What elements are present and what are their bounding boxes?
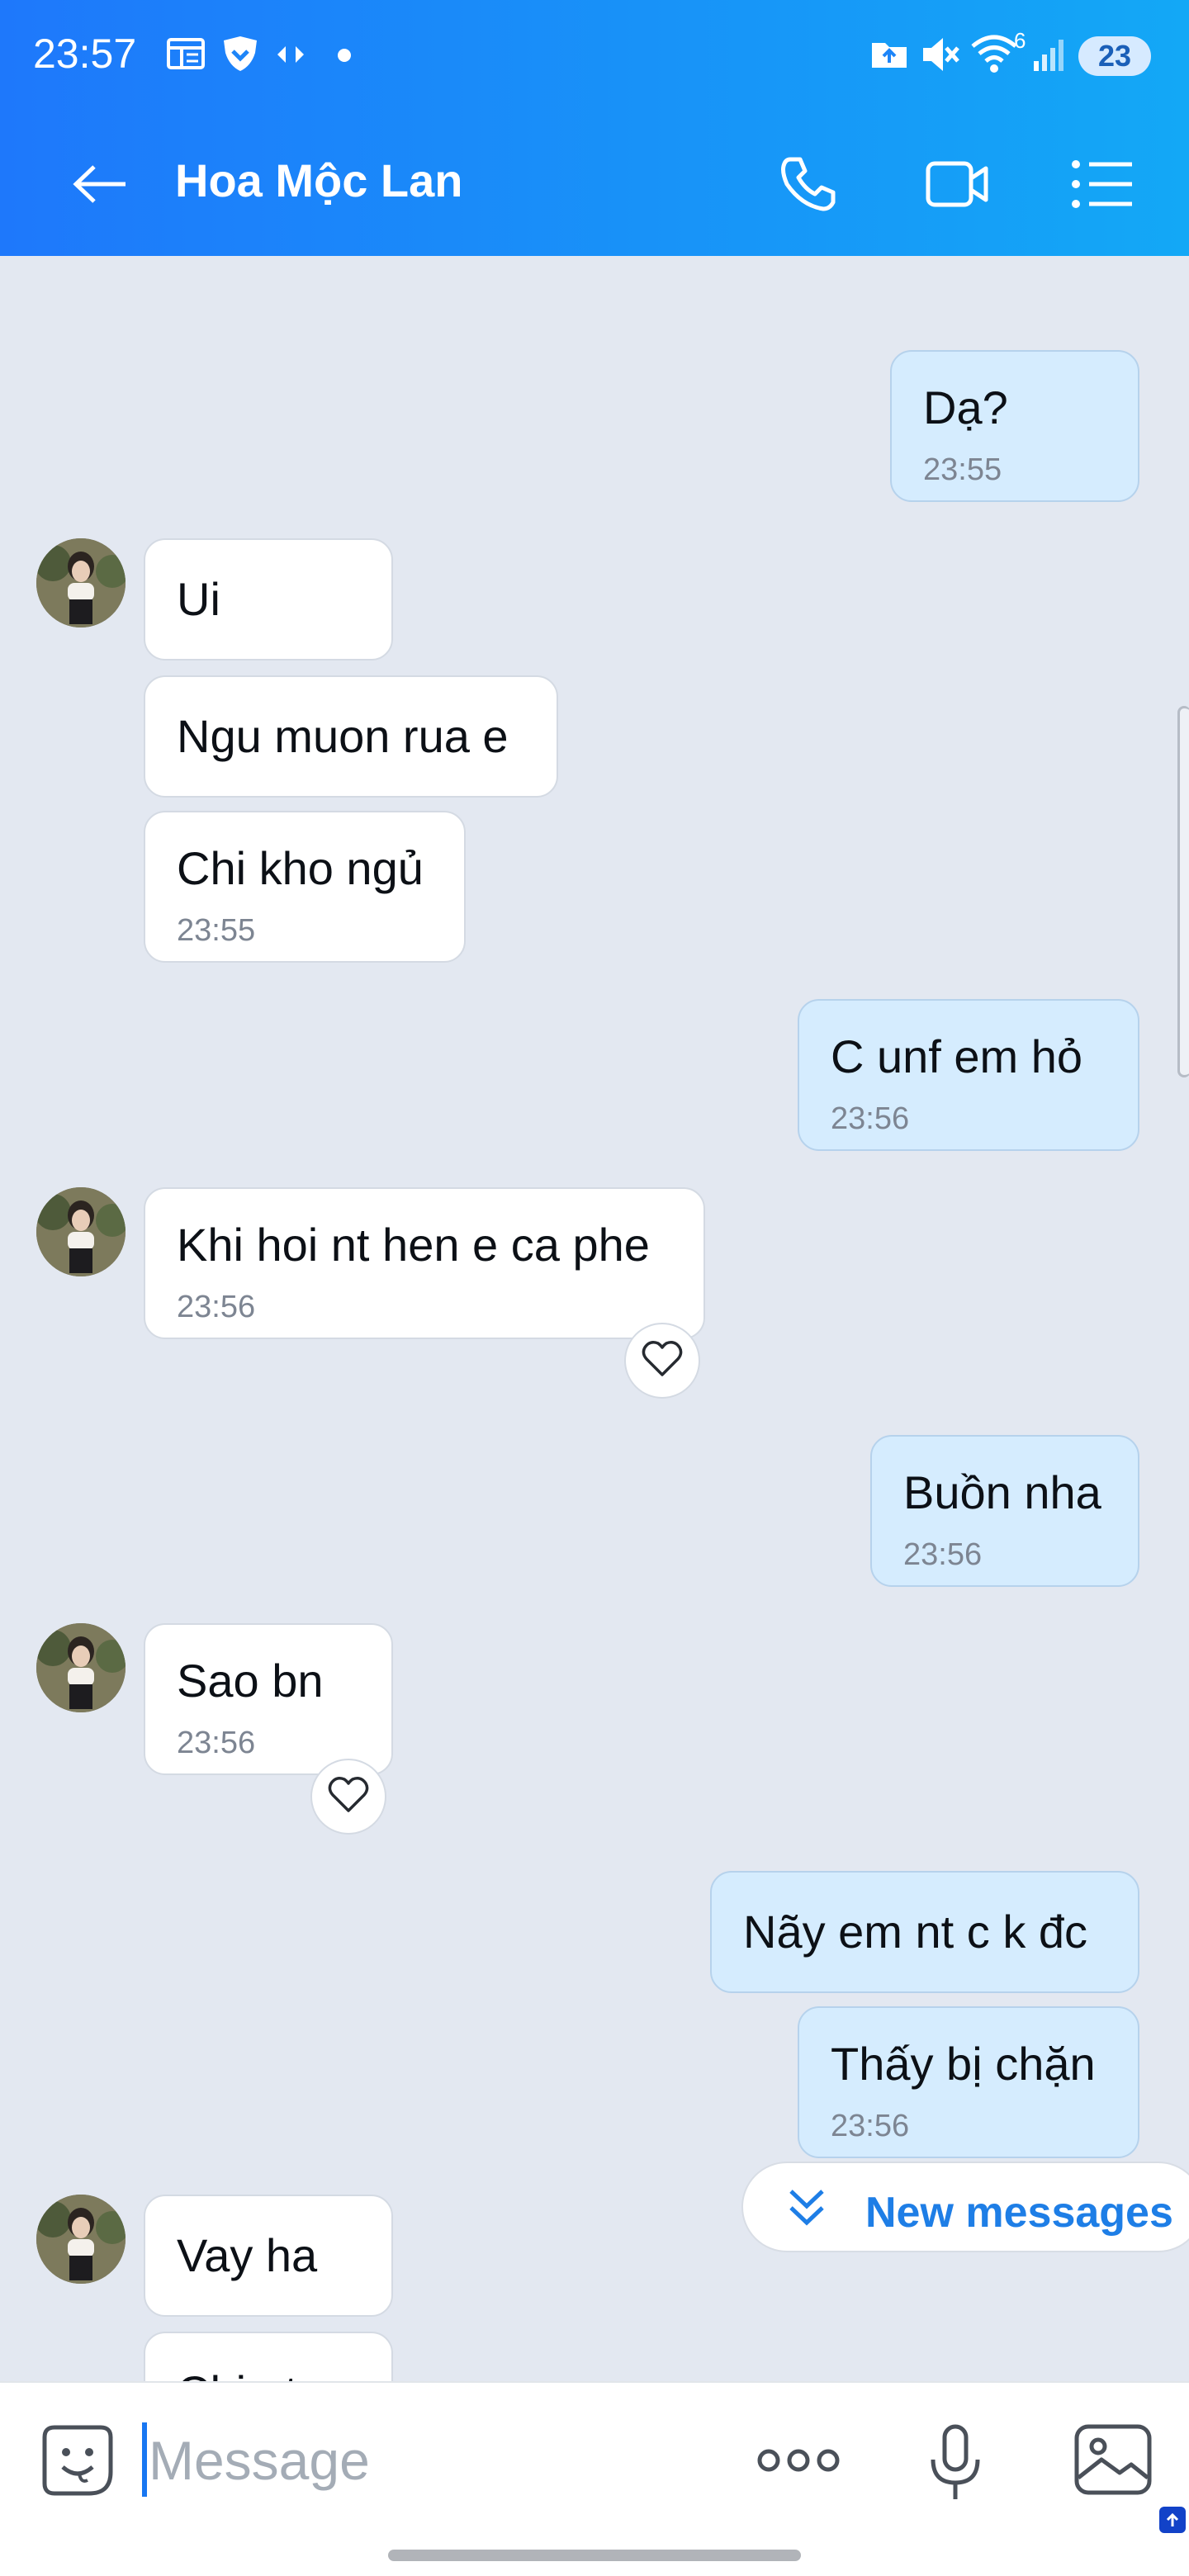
microphone-icon <box>928 2423 983 2507</box>
more-options-button[interactable] <box>753 2429 844 2495</box>
shield-icon <box>220 33 261 78</box>
message-bubble-outgoing[interactable]: Buồn nha 23:56 <box>870 1435 1139 1587</box>
message-text: C unf em hỏ <box>831 1030 1083 1082</box>
emoji-sticker-icon <box>40 2422 116 2503</box>
new-messages-label: New messages <box>865 2189 1173 2237</box>
phone-icon <box>779 154 838 218</box>
status-bar: 23:57 6 23 <box>0 0 1189 112</box>
message-bubble-incoming[interactable]: Chi nt <box>144 2332 393 2383</box>
message-list[interactable]: Dạ? 23:55 Ui Ngu muon rua e Chi kho ngủ … <box>0 256 1189 2383</box>
message-bubble-incoming[interactable]: Ui <box>144 538 393 661</box>
message-bubble-incoming[interactable]: Sao bn 23:56 <box>144 1623 393 1775</box>
more-options-icon <box>756 2446 841 2479</box>
back-icon <box>71 163 129 209</box>
react-button[interactable] <box>624 1323 700 1399</box>
message-text: Vay ha <box>177 2229 318 2281</box>
home-indicator[interactable] <box>388 2550 801 2561</box>
message-bubble-outgoing[interactable]: Thấy bị chặn 23:56 <box>798 2006 1139 2158</box>
message-bubble-incoming[interactable]: Khi hoi nt hen e ca phe 23:56 <box>144 1187 705 1339</box>
message-text: Buồn nha <box>903 1466 1101 1518</box>
menu-icon <box>1071 159 1134 213</box>
message-text: Sao bn <box>177 1655 324 1707</box>
message-time: 23:55 <box>177 913 256 948</box>
news-icon <box>165 33 206 78</box>
message-bubble-outgoing[interactable]: Nãy em nt c k đc <box>710 1871 1139 1993</box>
message-bubble-outgoing[interactable]: Dạ? 23:55 <box>890 350 1139 502</box>
signal-icon <box>1030 33 1072 78</box>
network-type-label: 6 <box>1014 28 1026 53</box>
upload-folder-icon <box>869 33 910 78</box>
message-time: 23:56 <box>831 1101 910 1136</box>
avatar[interactable] <box>36 1623 126 1712</box>
avatar[interactable] <box>36 538 126 627</box>
upload-badge-icon <box>1158 2505 1187 2539</box>
video-call-icon <box>925 159 989 214</box>
message-text: Khi hoi nt hen e ca phe <box>177 1219 650 1271</box>
message-text: Thấy bị chặn <box>831 2038 1096 2090</box>
heart-icon <box>642 1340 683 1382</box>
heart-icon <box>328 1776 369 1818</box>
gallery-button[interactable] <box>1070 2419 1156 2505</box>
app-header: 23:57 6 23 Hoa Mộc Lan <box>0 0 1189 256</box>
message-time: 23:56 <box>177 1290 256 1324</box>
message-bubble-outgoing[interactable]: C unf em hỏ 23:56 <box>798 999 1139 1151</box>
dot-icon <box>337 48 352 67</box>
message-bubble-incoming[interactable]: Vay ha <box>144 2195 393 2317</box>
new-messages-button[interactable]: New messages <box>741 2162 1189 2252</box>
mute-icon <box>918 33 961 80</box>
scroll-handle[interactable] <box>1177 706 1189 1077</box>
message-text: Ui <box>177 573 220 625</box>
back-button[interactable] <box>63 149 137 223</box>
status-time: 23:57 <box>33 31 137 77</box>
composer-bar: Message <box>0 2381 1189 2576</box>
message-bubble-incoming[interactable]: Chi kho ngủ 23:55 <box>144 811 466 963</box>
message-text: Chi kho ngủ <box>177 842 424 894</box>
avatar[interactable] <box>36 2195 126 2284</box>
message-bubble-incoming[interactable]: Ngu muon rua e <box>144 675 558 798</box>
call-button[interactable] <box>771 149 846 223</box>
message-input[interactable]: Message <box>149 2429 370 2492</box>
avatar[interactable] <box>36 1187 126 1276</box>
sticker-button[interactable] <box>36 2421 119 2503</box>
react-button[interactable] <box>310 1759 386 1835</box>
gallery-icon <box>1073 2423 1153 2502</box>
message-text: Dạ? <box>923 381 1008 433</box>
message-text: Nãy em nt c k đc <box>743 1906 1088 1958</box>
message-time: 23:56 <box>177 1726 256 1760</box>
message-time: 23:55 <box>923 452 1002 487</box>
contact-name[interactable]: Hoa Mộc Lan <box>175 154 462 207</box>
sync-arrows-icon <box>274 40 307 73</box>
message-time: 23:56 <box>831 2109 910 2143</box>
video-call-button[interactable] <box>920 149 994 223</box>
message-time: 23:56 <box>903 1537 983 1572</box>
wifi-icon: 6 <box>971 28 1026 78</box>
voice-button[interactable] <box>918 2419 992 2510</box>
double-chevron-down-icon <box>784 2185 829 2235</box>
battery-indicator: 23 <box>1078 36 1151 76</box>
text-cursor <box>142 2422 147 2497</box>
message-text: Ngu muon rua e <box>177 710 509 762</box>
options-button[interactable] <box>1065 149 1139 223</box>
